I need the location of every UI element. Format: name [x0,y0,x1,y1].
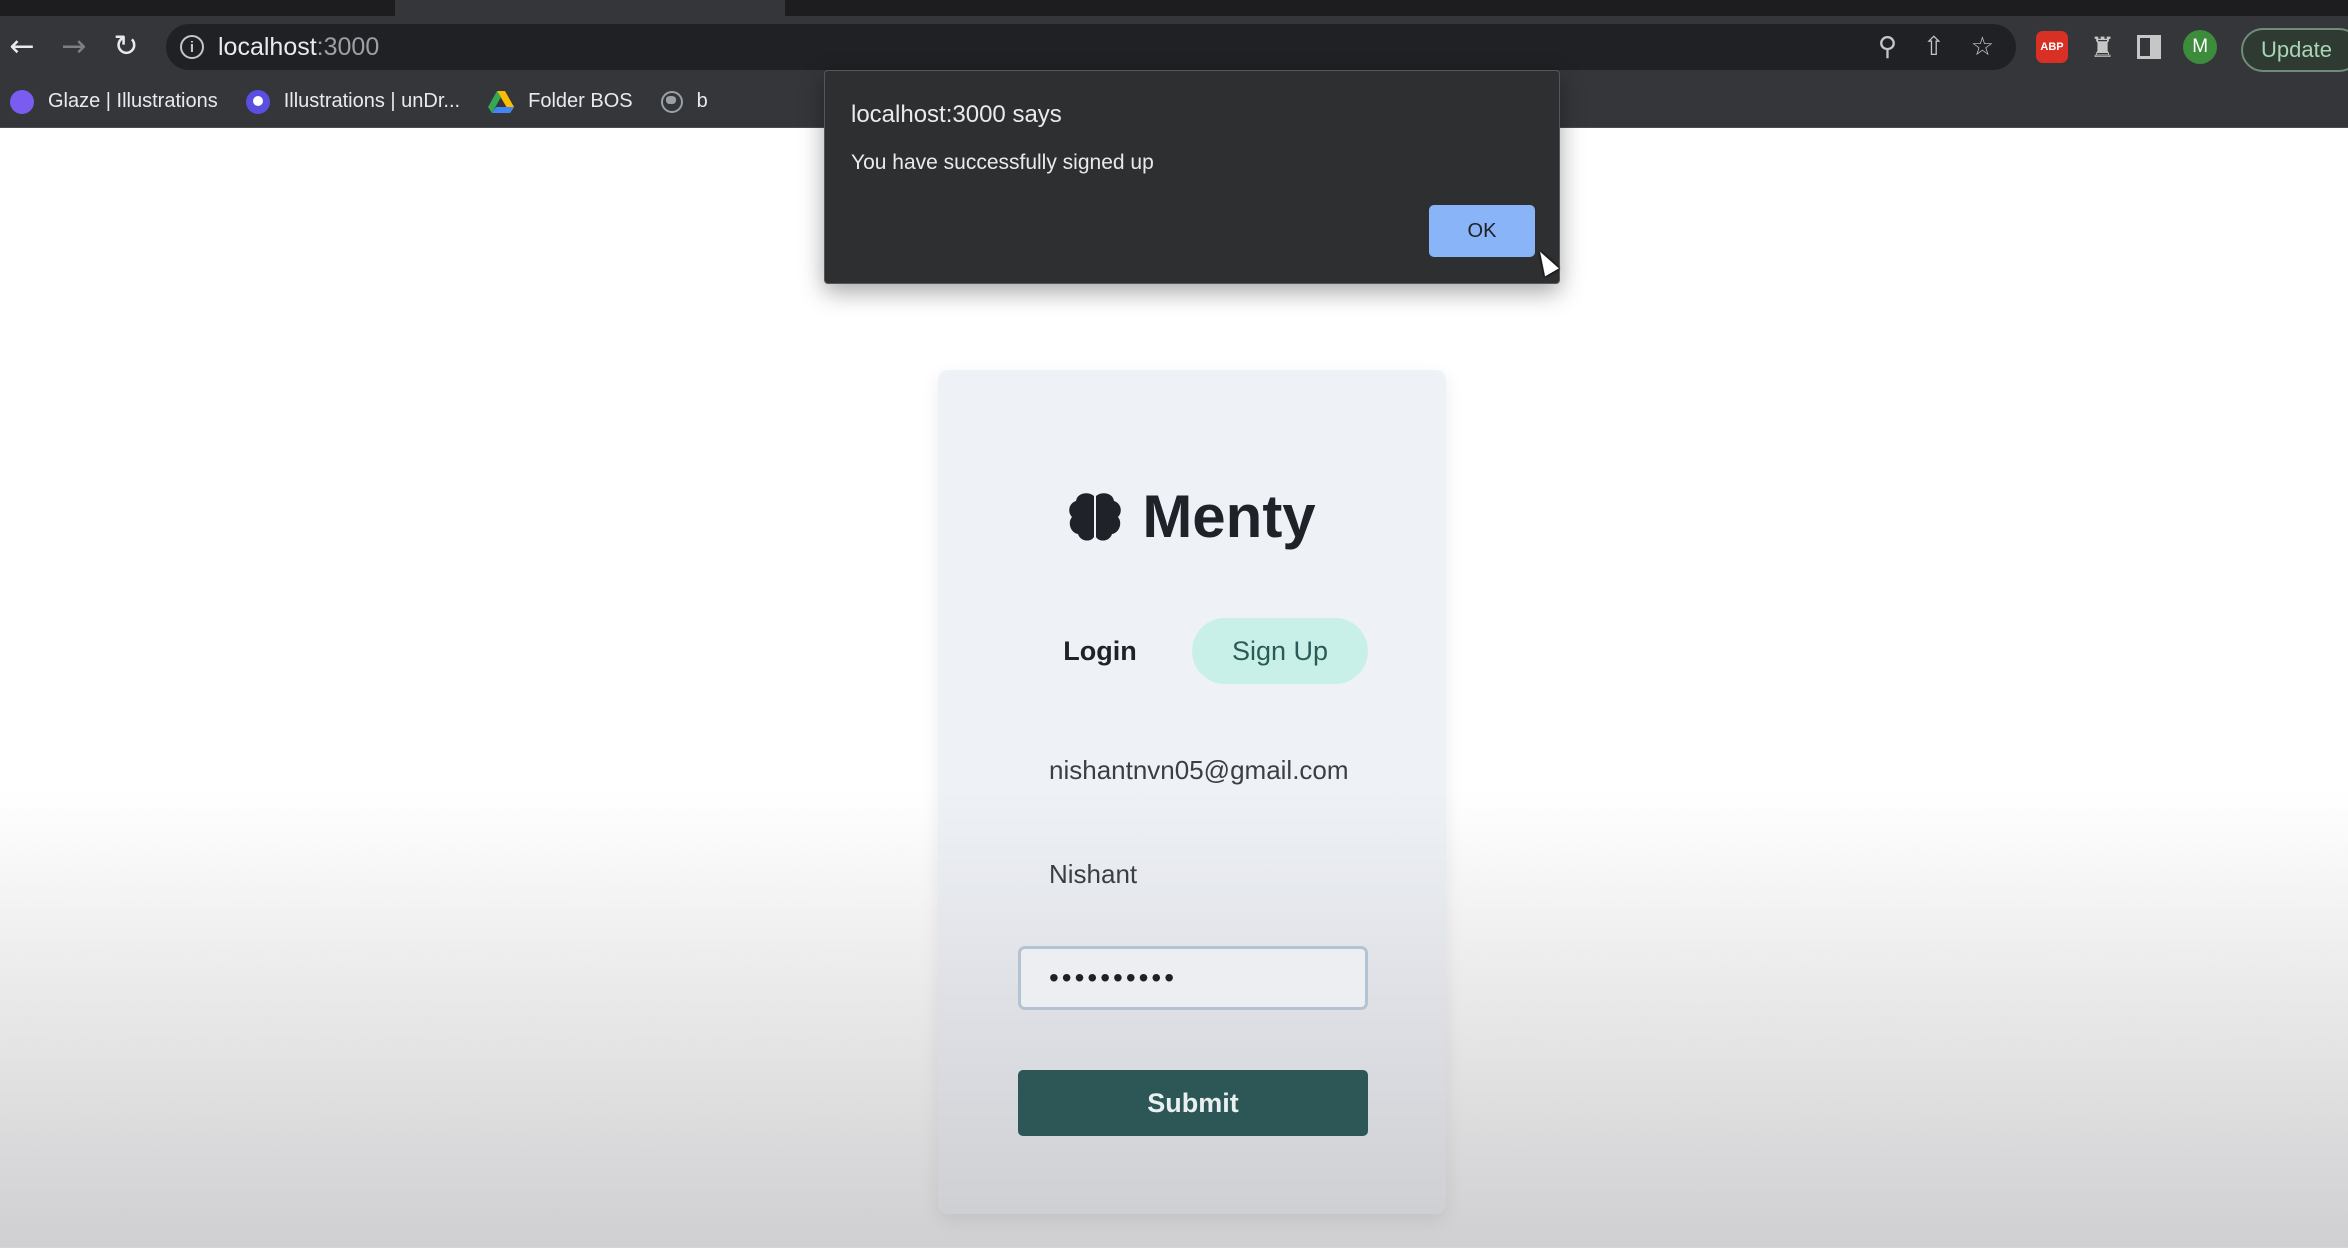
extensions-puzzle-icon[interactable]: ♜ [2090,31,2115,64]
back-icon[interactable]: ← [0,24,44,68]
key-icon[interactable]: ⚲ [1878,32,1897,62]
bookmark-glaze[interactable]: Glaze | Illustrations [10,89,218,114]
alert-dialog: localhost:3000 says You have successfull… [824,70,1560,284]
submit-button[interactable]: Submit [1018,1070,1368,1136]
address-bar[interactable]: i localhost:3000 ⚲ ⇧ ☆ [166,24,2016,70]
adblock-icon[interactable]: ABP [2036,31,2068,63]
brain-icon [1069,492,1122,541]
alert-ok-button[interactable]: OK [1429,205,1535,257]
bookmark-label: Folder BOS [528,90,633,112]
tab-signup[interactable]: Sign Up [1192,618,1368,684]
side-panel-icon[interactable] [2137,35,2162,59]
forward-icon[interactable]: → [52,24,96,68]
profile-avatar[interactable]: M [2183,30,2218,64]
tab-login[interactable]: Login [1038,618,1162,684]
browser-title-strip [0,0,2348,16]
name-field[interactable]: Nishant [1018,842,1368,906]
bookmark-b[interactable]: b [660,90,708,113]
password-field[interactable]: •••••••••• [1018,946,1368,1010]
alert-title: localhost:3000 says [851,101,1062,128]
bookmark-label: Glaze | Illustrations [48,90,218,112]
site-info-icon[interactable]: i [180,35,204,59]
bookmark-folder-bos[interactable]: Folder BOS [488,90,633,113]
globe-icon [660,90,683,113]
browser-toolbar: ← → ↻ i localhost:3000 ⚲ ⇧ ☆ ABP ♜ M Upd… [0,16,2348,76]
alert-message: You have successfully signed up [851,151,1154,174]
bookmark-label: Illustrations | unDr... [283,90,461,112]
glaze-icon [10,89,34,114]
url-host: localhost [218,32,317,61]
google-drive-icon [488,90,515,113]
reload-icon[interactable]: ↻ [104,24,148,68]
star-icon[interactable]: ☆ [1971,32,1994,62]
undraw-icon [245,89,270,114]
update-button[interactable]: Update [2241,28,2348,72]
url-port: :3000 [316,32,380,61]
email-field[interactable]: nishantnvn05@gmail.com [1018,738,1368,802]
browser-tab[interactable] [395,0,785,16]
bookmark-label: b [696,90,708,112]
auth-card: Menty Login Sign Up nishantnvn05@gmail.c… [938,370,1446,1214]
auth-tabs: Login Sign Up [938,618,1446,684]
brand-name: Menty [1142,483,1316,550]
share-icon[interactable]: ⇧ [1923,32,1945,62]
bookmark-undraw[interactable]: Illustrations | unDr... [245,89,461,114]
brand-header: Menty [938,482,1446,551]
